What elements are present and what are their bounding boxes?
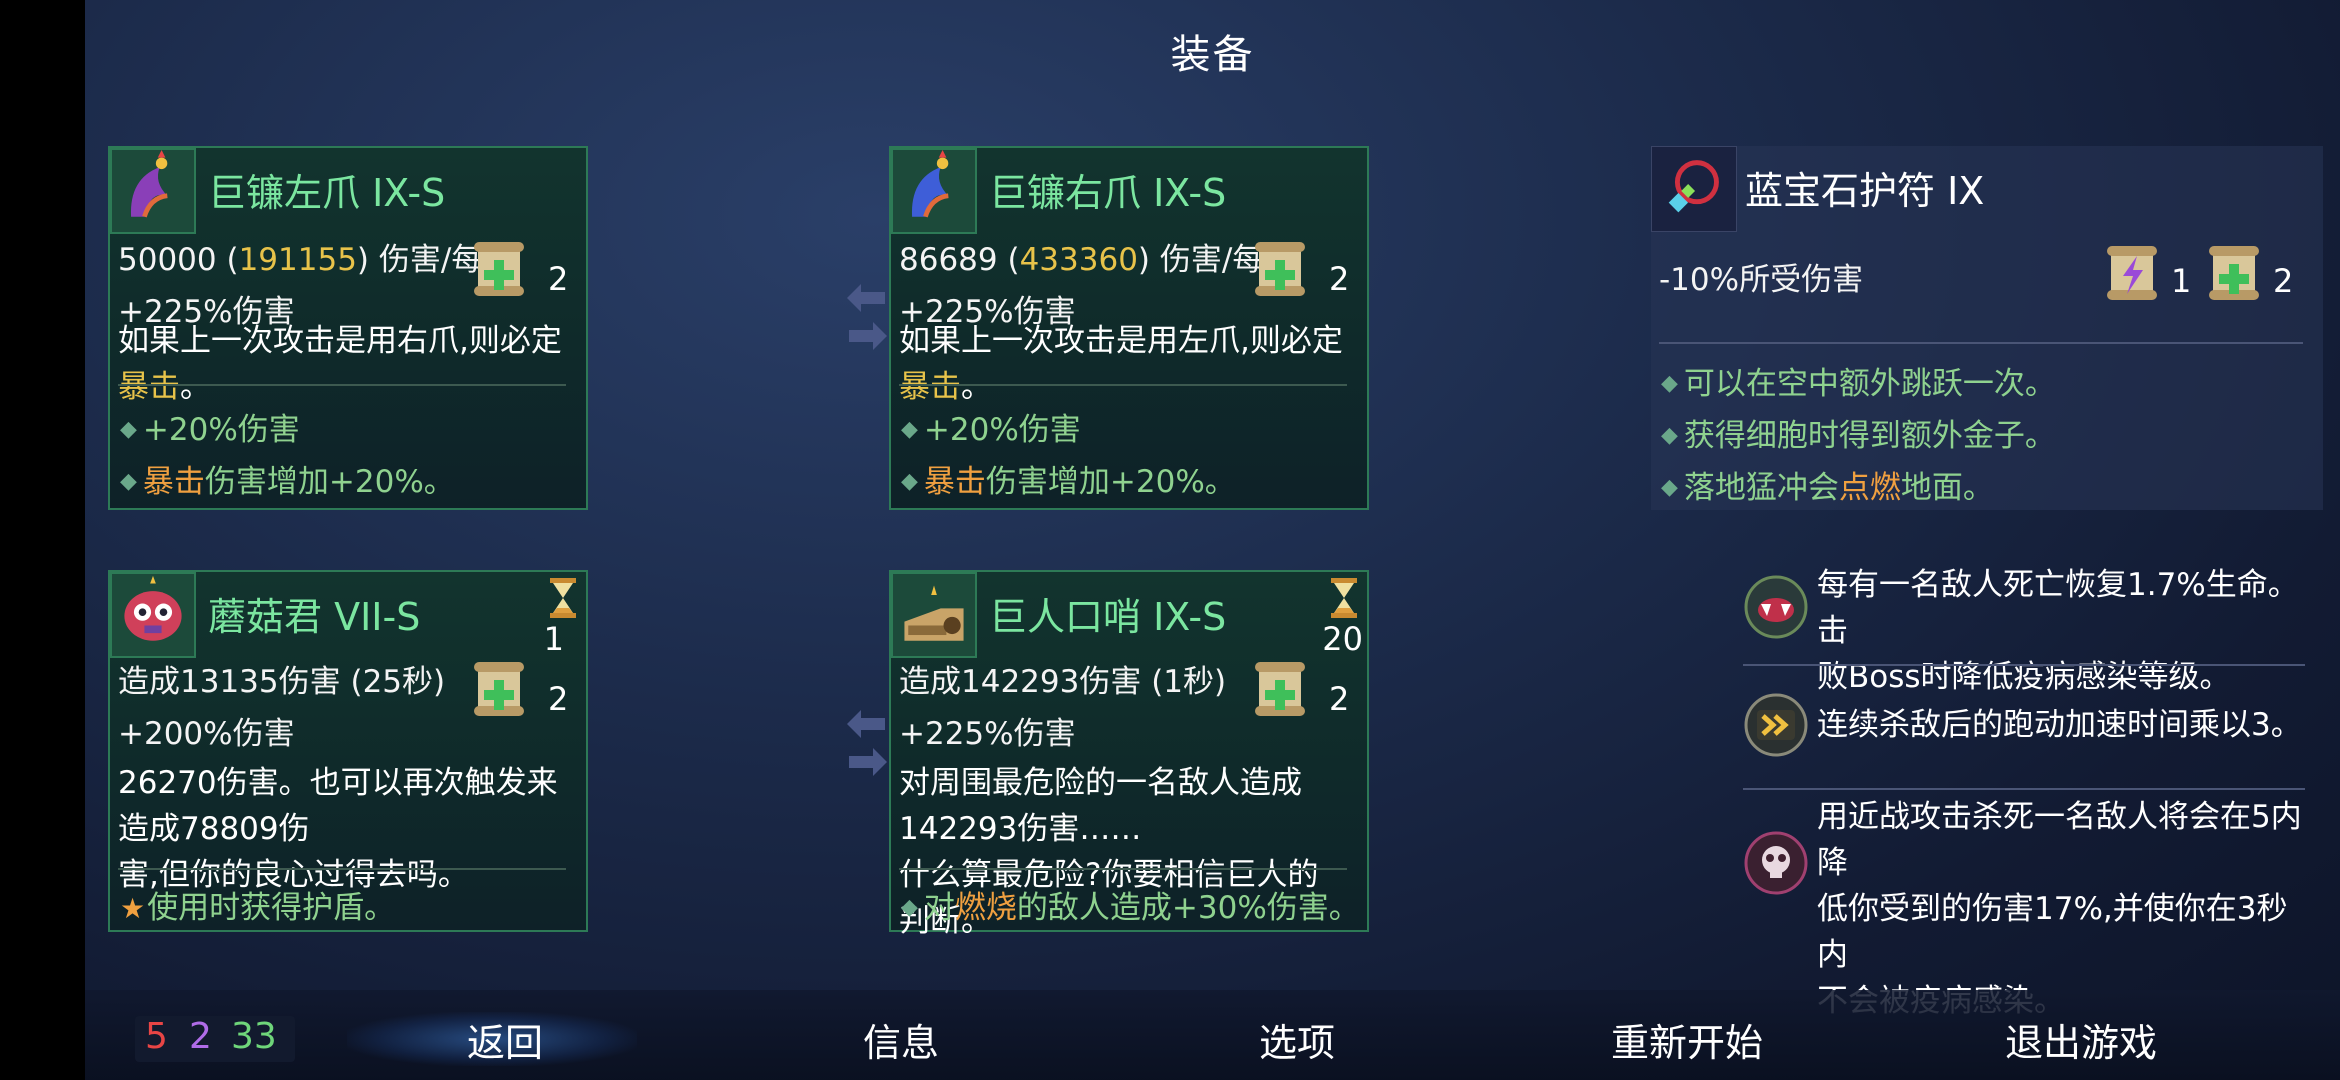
giant-whistle-icon: [891, 572, 977, 658]
mutation-text: 低你受到的伤害17%,并使你在3秒内: [1817, 891, 2288, 973]
scroll-count: 2: [1329, 260, 1350, 298]
options-button[interactable]: 选项: [1259, 1012, 1335, 1067]
skull-icon: [1744, 831, 1808, 895]
weapon-name: 巨镰右爪 IX-S: [989, 171, 1227, 215]
survival-count: 33: [231, 1016, 277, 1057]
hourglass-icon: [1331, 578, 1357, 618]
amulet-card[interactable]: 蓝宝石护符 IX -10%所受伤害 1 2 ◆ 可以在空中额外跳跃一次。 ◆ 获得细…: [1651, 146, 2323, 510]
weapon-name: 巨镰左爪 IX-S: [208, 171, 446, 215]
affix-bullet: ◆ 可以在空中额外跳跃一次。: [1661, 366, 2056, 402]
vampire-mouth-icon: [1744, 575, 1808, 639]
scroll-of-tactics-icon: [2107, 246, 2157, 300]
skill-card-giant-whistle[interactable]: 巨人口哨 IX-S 20 造成142293伤害 (1秒) +225%伤害 2 对…: [889, 570, 1369, 939]
damage-bonus: +200%伤害: [118, 716, 295, 752]
mutation-speed[interactable]: 连续杀敌后的跑动加速时间乘以3。: [1737, 690, 2317, 770]
amulet-name: 蓝宝石护符 IX: [1745, 169, 1985, 213]
swap-arrows-icon[interactable]: [845, 282, 889, 352]
scroll-count: 1: [2171, 262, 2192, 300]
weapon-description: 如果上一次攻击是用左爪,则必定暴击。: [899, 323, 1343, 405]
scroll-of-power-icon: [2209, 246, 2259, 300]
skill-name: 巨人口哨 IX-S: [989, 595, 1227, 639]
dps-crit: 191155: [238, 242, 357, 278]
scythe-claw-right-icon: [891, 148, 977, 234]
mutation-melee-kill[interactable]: 用近战攻击杀死一名敌人将会在5内降低你受到的伤害17%,并使你在3秒内不会被疫病…: [1737, 794, 2317, 1019]
page-title: 装备: [1170, 32, 1255, 78]
back-button[interactable]: 返回: [467, 1012, 543, 1067]
affix-bullet: ★使用时获得护盾。: [120, 890, 396, 926]
skill-damage-line: 造成13135伤害 (25秒): [118, 664, 446, 700]
affix-bullet: ◆ 落地猛冲会点燃地面。: [1661, 470, 1994, 506]
info-button[interactable]: 信息: [863, 1012, 939, 1067]
scroll-count: 2: [1329, 680, 1350, 718]
scroll-of-power-icon: [1255, 242, 1305, 296]
scroll-count: 2: [548, 260, 569, 298]
divider: [899, 868, 1347, 870]
amulet-stat: -10%所受伤害: [1659, 262, 1864, 298]
mutation-text: 用近战攻击杀死一名敌人将会在5内降: [1817, 799, 2302, 881]
damage-bonus: +225%伤害: [899, 716, 1076, 752]
weapon-description: 如果上一次攻击是用右爪,则必定暴击。: [118, 323, 562, 405]
skill-name: 蘑菇君 VII-S: [208, 595, 421, 639]
mutation-text: 连续杀敌后的跑动加速时间乘以3。: [1817, 707, 2302, 743]
skill-damage-line: 造成142293伤害 (1秒): [899, 664, 1227, 700]
divider: [118, 384, 566, 386]
cooldown-counter: 1: [543, 620, 564, 658]
hourglass-icon: [550, 578, 576, 618]
weapon-card-right-claw[interactable]: 巨镰右爪 IX-S 86689 (433360) 伤害/每秒 +225%伤害 2…: [889, 146, 1369, 510]
divider: [1659, 342, 2303, 344]
divider: [1743, 664, 2305, 666]
skill-description: 26270伤害。也可以再次触发来造成78809伤 害,但你的良心过得去吗。: [118, 765, 558, 893]
scroll-count: 2: [2273, 262, 2294, 300]
brutality-count: 5: [145, 1016, 168, 1057]
mushroom-boi-icon: [110, 572, 196, 658]
affix-bullet: ◆ 暴击伤害增加+20%。: [901, 464, 1236, 500]
scroll-of-power-icon: [474, 242, 524, 296]
tactics-count: 2: [189, 1016, 212, 1057]
stat-counters: 5 2 33: [135, 1016, 295, 1062]
sapphire-amulet-icon: [1651, 146, 1737, 232]
scroll-of-power-icon: [1255, 662, 1305, 716]
dps-line: 50000 (191155) 伤害/每秒: [118, 242, 514, 278]
affix-bullet: ◆ +20%伤害: [120, 412, 300, 448]
scroll-of-power-icon: [474, 662, 524, 716]
divider: [118, 868, 566, 870]
game-screen: 装备 巨镰左爪 IX-S 50000 (191155) 伤害/每秒 +225%伤…: [85, 0, 2340, 1080]
mutation-vampirism[interactable]: 每有一名敌人死亡恢复1.7%生命。击 败Boss时降低疫病感染等级。: [1737, 562, 2317, 695]
affix-bullet: ◆ 暴击伤害增加+20%。: [120, 464, 455, 500]
quit-game-button[interactable]: 退出游戏: [2005, 1012, 2157, 1067]
restart-button[interactable]: 重新开始: [1611, 1012, 1763, 1067]
affix-bullet: ◆ +20%伤害: [901, 412, 1081, 448]
skill-card-mushroom[interactable]: 蘑菇君 VII-S 1 造成13135伤害 (25秒) +200%伤害 2 26…: [108, 570, 588, 932]
divider: [1743, 788, 2305, 790]
swap-arrows-icon[interactable]: [845, 708, 889, 778]
affix-bullet: ◆ 对燃烧的敌人造成+30%伤害。: [901, 890, 1360, 926]
weapon-card-left-claw[interactable]: 巨镰左爪 IX-S 50000 (191155) 伤害/每秒 +225%伤害 2…: [108, 146, 588, 510]
speed-arrows-icon: [1744, 693, 1808, 757]
dps-line: 86689 (433360) 伤害/每秒: [899, 242, 1295, 278]
scroll-count: 2: [548, 680, 569, 718]
scythe-claw-left-icon: [110, 148, 196, 234]
affix-bullet: ◆ 获得细胞时得到额外金子。: [1661, 418, 2056, 454]
dps-value: 50000: [118, 242, 217, 278]
divider: [899, 384, 1347, 386]
cooldown-counter: 20: [1322, 620, 1363, 658]
mutation-text: 每有一名敌人死亡恢复1.7%生命。击: [1817, 567, 2299, 649]
